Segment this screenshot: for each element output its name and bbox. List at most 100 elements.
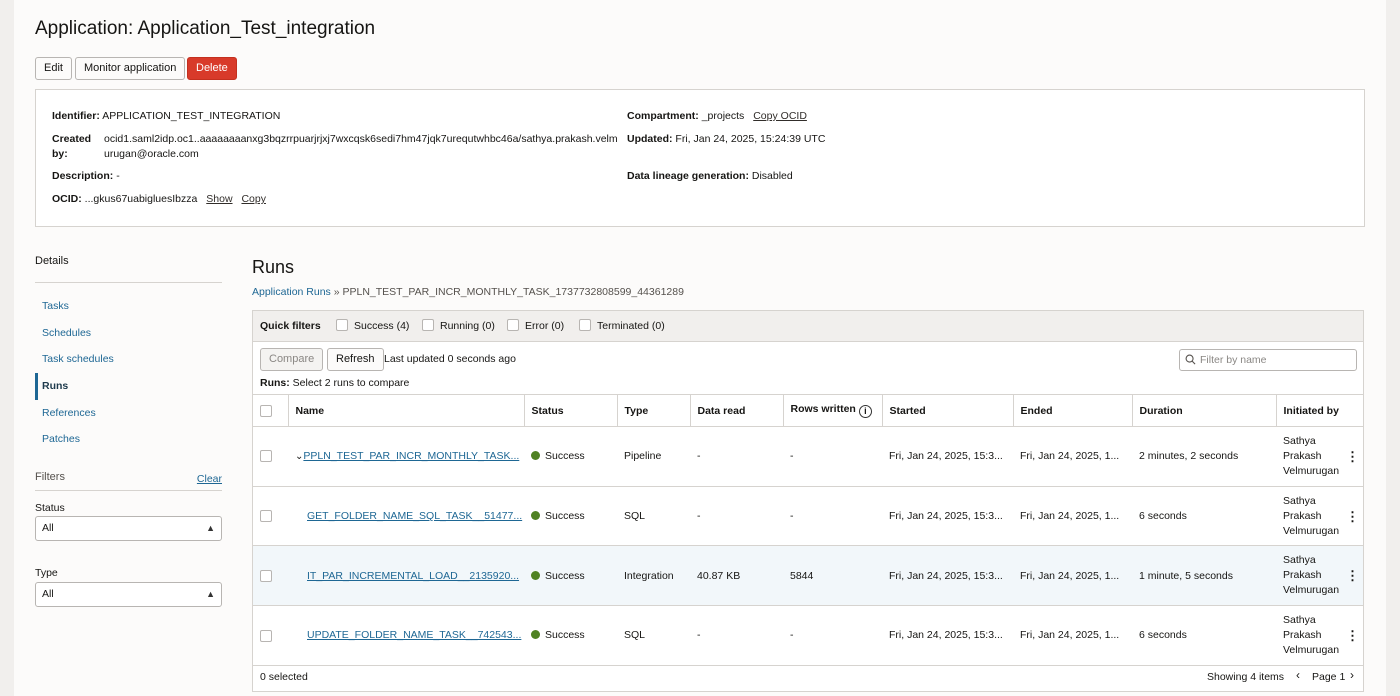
description-row: Description: - — [52, 169, 120, 184]
updated-value: Fri, Jan 24, 2025, 15:24:39 UTC — [675, 133, 826, 145]
ocid-copy-link[interactable]: Copy — [241, 193, 266, 205]
info-icon[interactable]: i — [858, 405, 872, 418]
compare-button[interactable]: Compare — [260, 348, 324, 371]
initiator-line2: Prakash — [1283, 569, 1322, 582]
checkbox[interactable] — [336, 319, 348, 332]
sidebar-item-task-schedules[interactable]: Task schedules — [35, 346, 222, 373]
column-header-ended[interactable]: Ended — [1013, 394, 1133, 427]
clear-filters-link[interactable]: Clear — [197, 473, 222, 485]
refresh-button[interactable]: Refresh — [327, 348, 384, 371]
row-checkbox[interactable] — [260, 569, 272, 582]
breadcrumb: Application Runs » PPLN_TEST_PAR_INCR_MO… — [252, 286, 684, 298]
type-filter-value: All — [42, 588, 54, 600]
identifier-row: Identifier: APPLICATION_TEST_INTEGRATION — [52, 109, 280, 124]
monitor-application-button[interactable]: Monitor application — [75, 57, 186, 80]
row-select-cell[interactable] — [253, 605, 288, 666]
quick-filter-error-label: Error (0) — [525, 320, 565, 332]
initiator-line3: Velmurugan — [1283, 643, 1340, 656]
select-chevrons-icon: ▲ — [206, 523, 215, 533]
type-cell: Integration — [617, 545, 690, 607]
initiated-by-cell: Sathya Prakash Velmurugan ⋮ — [1276, 426, 1363, 487]
more-actions-icon[interactable]: ⋮ — [1346, 509, 1359, 524]
quick-filter-success[interactable]: Success (4) — [336, 319, 409, 332]
type-filter-select[interactable]: All ▲ — [35, 582, 222, 607]
quick-filter-running[interactable]: Running (0) — [422, 319, 495, 332]
run-name-link[interactable]: GET_FOLDER_NAME_SQL_TASK__51477... — [307, 510, 522, 522]
select-all-header[interactable] — [253, 394, 289, 427]
filter-by-name-input[interactable]: Filter by name — [1179, 349, 1357, 371]
initiator-line2: Prakash — [1283, 628, 1322, 641]
filters-heading: Filters Clear — [35, 471, 222, 491]
run-name-link[interactable]: IT_PAR_INCREMENTAL_LOAD__2135920... — [307, 570, 519, 582]
rows-written-cell: - — [783, 486, 882, 547]
status-text: Success — [545, 510, 585, 523]
run-name-link[interactable]: PPLN_TEST_PAR_INCR_MONTHLY_TASK... — [303, 450, 519, 462]
started-cell: Fri, Jan 24, 2025, 15:3... — [882, 605, 1013, 666]
status-cell: Success — [524, 486, 617, 547]
updated-label: Updated: — [627, 133, 673, 145]
column-header-rows-written[interactable]: Rows written i — [783, 394, 883, 427]
success-status-icon — [531, 511, 540, 521]
more-actions-icon[interactable]: ⋮ — [1346, 568, 1359, 583]
identifier-value: APPLICATION_TEST_INTEGRATION — [102, 110, 281, 122]
status-filter-select[interactable]: All ▲ — [35, 516, 222, 541]
quick-filter-terminated-label: Terminated (0) — [597, 320, 665, 332]
column-header-status[interactable]: Status — [524, 394, 618, 427]
row-checkbox[interactable] — [260, 629, 272, 642]
more-actions-icon[interactable]: ⋮ — [1346, 628, 1359, 643]
row-checkbox[interactable] — [260, 510, 272, 523]
row-select-cell[interactable] — [253, 545, 288, 607]
quick-filter-terminated[interactable]: Terminated (0) — [579, 319, 665, 332]
column-header-data-read[interactable]: Data read — [690, 394, 784, 427]
status-text: Success — [545, 450, 585, 463]
column-header-name[interactable]: Name — [288, 394, 525, 427]
row-select-cell[interactable] — [253, 426, 288, 487]
table-row[interactable]: IT_PAR_INCREMENTAL_LOAD__2135920... Succ… — [253, 545, 1363, 607]
quick-filter-running-label: Running (0) — [440, 320, 495, 332]
quick-filter-error[interactable]: Error (0) — [507, 319, 565, 332]
more-actions-icon[interactable]: ⋮ — [1346, 449, 1359, 464]
sidebar-heading: Details — [35, 255, 222, 283]
checkbox[interactable] — [579, 319, 591, 332]
selected-count: 0 selected — [260, 671, 308, 683]
sidebar-item-tasks[interactable]: Tasks — [35, 293, 222, 320]
breadcrumb-application-runs[interactable]: Application Runs — [252, 286, 331, 298]
sidebar-item-references[interactable]: References — [35, 400, 222, 427]
table-row[interactable]: ⌄PPLN_TEST_PAR_INCR_MONTHLY_TASK... Succ… — [253, 426, 1363, 487]
column-header-type[interactable]: Type — [617, 394, 691, 427]
data-read-cell: - — [690, 486, 783, 547]
delete-button[interactable]: Delete — [187, 57, 237, 80]
row-select-cell[interactable] — [253, 486, 288, 547]
table-row[interactable]: UPDATE_FOLDER_NAME_TASK__742543... Succe… — [253, 605, 1363, 666]
status-text: Success — [545, 629, 585, 642]
sidebar-item-patches[interactable]: Patches — [35, 426, 222, 453]
table-row[interactable]: GET_FOLDER_NAME_SQL_TASK__51477... Succe… — [253, 486, 1363, 547]
started-cell: Fri, Jan 24, 2025, 15:3... — [882, 545, 1013, 607]
run-name-link[interactable]: UPDATE_FOLDER_NAME_TASK__742543... — [307, 629, 521, 641]
row-checkbox[interactable] — [260, 450, 272, 463]
last-updated-text: Last updated 0 seconds ago — [384, 353, 516, 365]
sidebar-item-schedules[interactable]: Schedules — [35, 320, 222, 347]
column-header-duration[interactable]: Duration — [1132, 394, 1277, 427]
details-sidebar: Details Tasks Schedules Task schedules R… — [35, 255, 222, 453]
checkbox[interactable] — [422, 319, 434, 332]
page-indicator: Page 1 — [1312, 671, 1346, 683]
checkbox[interactable] — [507, 319, 519, 332]
run-name-cell: UPDATE_FOLDER_NAME_TASK__742543... — [288, 605, 524, 666]
select-all-checkbox[interactable] — [260, 404, 272, 417]
lineage-label: Data lineage generation: — [627, 170, 749, 182]
column-header-started[interactable]: Started — [882, 394, 1014, 427]
created-label-line1: Created — [52, 133, 92, 145]
edit-button[interactable]: Edit — [35, 57, 72, 80]
column-header-initiated-by[interactable]: Initiated by — [1276, 394, 1363, 427]
status-text: Success — [545, 569, 585, 582]
chevron-right-icon[interactable]: › — [1350, 668, 1354, 682]
chevron-left-icon[interactable]: ‹ — [1296, 668, 1300, 682]
ocid-show-link[interactable]: Show — [206, 193, 232, 205]
copy-ocid-link[interactable]: Copy OCID — [753, 110, 807, 122]
initiator-line1: Sathya — [1283, 613, 1316, 626]
runs-compare-hint: Runs: Select 2 runs to compare — [260, 377, 409, 389]
sidebar-item-runs[interactable]: Runs — [35, 373, 222, 400]
initiator-line1: Sathya — [1283, 554, 1316, 567]
ended-cell: Fri, Jan 24, 2025, 1... — [1013, 605, 1132, 666]
